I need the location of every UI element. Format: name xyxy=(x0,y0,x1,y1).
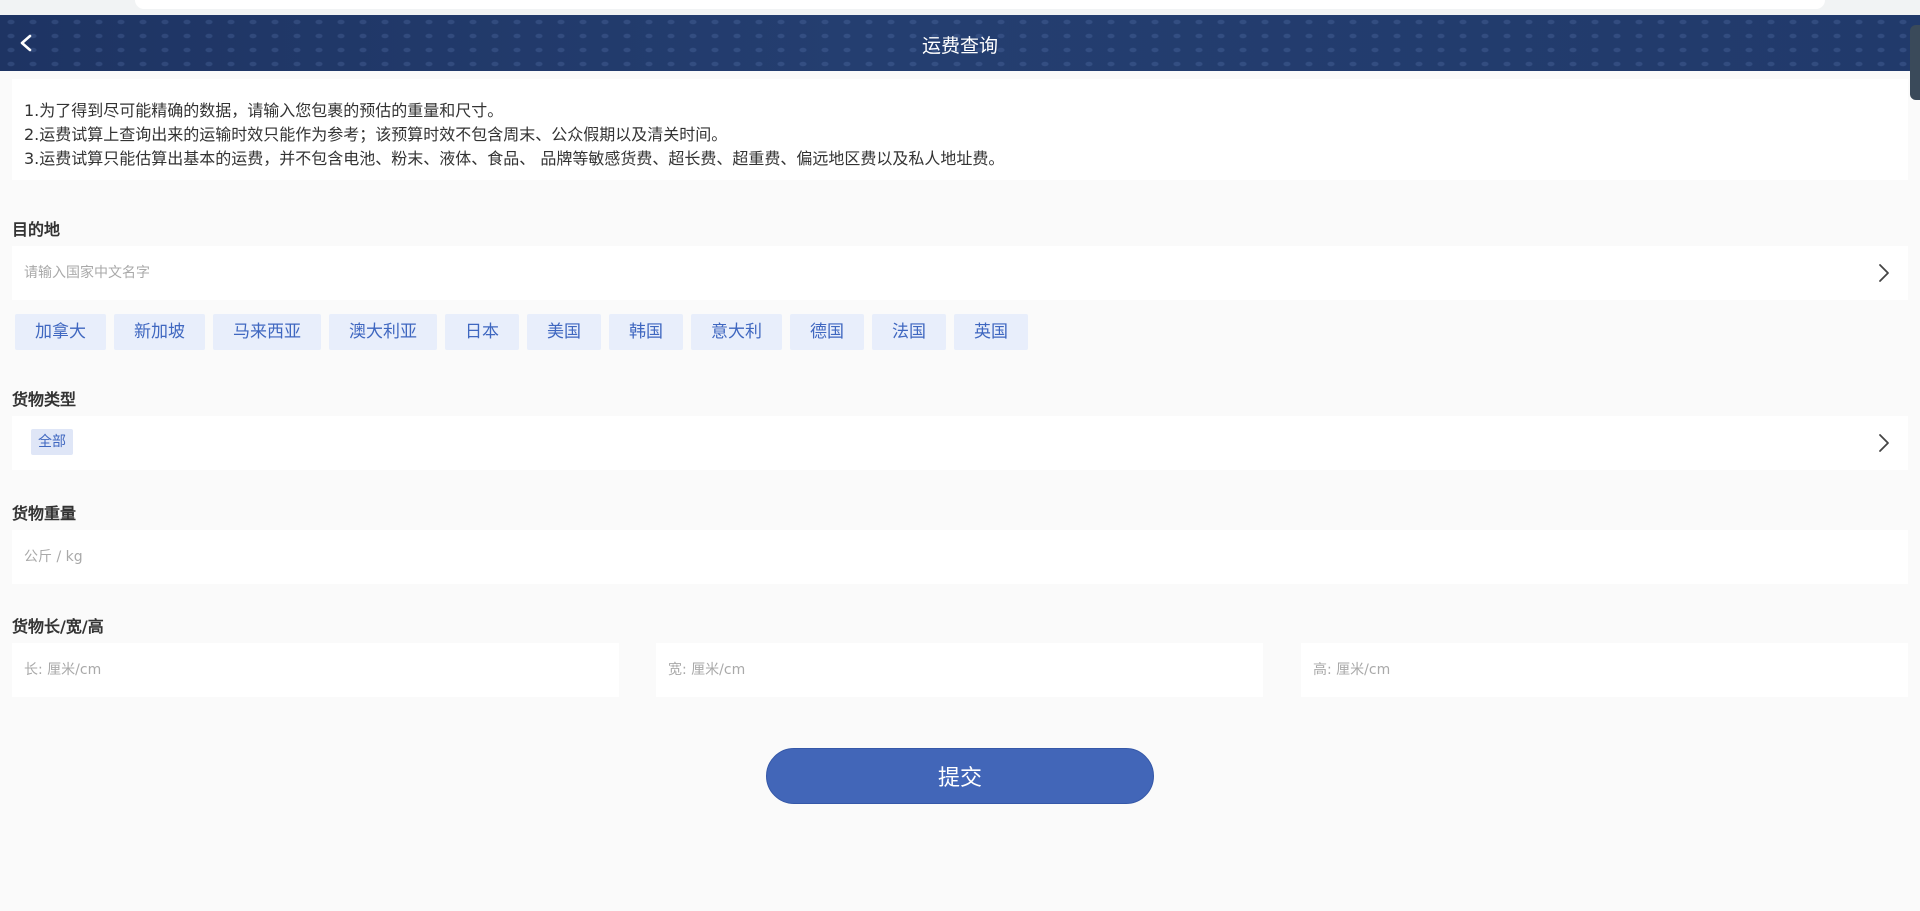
cargo-type-label: 货物类型 xyxy=(12,390,77,409)
destination-field[interactable] xyxy=(12,246,1908,300)
country-tag-france[interactable]: 法国 xyxy=(872,314,946,350)
browser-address-bar[interactable] xyxy=(135,0,1825,9)
country-tag-uk[interactable]: 英国 xyxy=(954,314,1028,350)
country-tag-germany[interactable]: 德国 xyxy=(790,314,864,350)
notice-box: 1.为了得到尽可能精确的数据，请输入您包裹的预估的重量和尺寸。 2.运费试算上查… xyxy=(12,79,1908,180)
country-tag-australia[interactable]: 澳大利亚 xyxy=(329,314,437,350)
quick-country-list: 加拿大 新加坡 马来西亚 澳大利亚 日本 美国 韩国 意大利 德国 法国 英国 xyxy=(15,314,1028,350)
dimensions-row xyxy=(12,643,1908,697)
browser-toolbar xyxy=(0,0,1920,15)
country-tag-usa[interactable]: 美国 xyxy=(527,314,601,350)
notice-line: 2.运费试算上查询出来的运输时效只能作为参考；该预算时效不包含周末、公众假期以及… xyxy=(24,125,728,144)
width-input[interactable] xyxy=(656,643,1263,697)
length-input[interactable] xyxy=(12,643,619,697)
destination-input[interactable] xyxy=(12,246,1908,300)
width-field[interactable] xyxy=(656,643,1263,697)
country-tag-malaysia[interactable]: 马来西亚 xyxy=(213,314,321,350)
country-tag-korea[interactable]: 韩国 xyxy=(609,314,683,350)
length-field[interactable] xyxy=(12,643,619,697)
weight-input[interactable] xyxy=(12,530,1908,584)
country-tag-canada[interactable]: 加拿大 xyxy=(15,314,106,350)
destination-label: 目的地 xyxy=(12,220,61,239)
page-header: 运费查询 xyxy=(0,15,1920,71)
chevron-right-icon[interactable] xyxy=(1872,260,1896,286)
side-scroll-handle[interactable] xyxy=(1910,25,1920,100)
submit-button[interactable]: 提交 xyxy=(766,748,1154,804)
weight-field[interactable] xyxy=(12,530,1908,584)
country-tag-italy[interactable]: 意大利 xyxy=(691,314,782,350)
dimensions-label: 货物长/宽/高 xyxy=(12,617,104,636)
cargo-type-chip[interactable]: 全部 xyxy=(31,429,73,455)
notice-line: 3.运费试算只能估算出基本的运费，并不包含电池、粉末、液体、食品、 品牌等敏感货… xyxy=(24,149,1005,168)
height-input[interactable] xyxy=(1301,643,1908,697)
country-tag-japan[interactable]: 日本 xyxy=(445,314,519,350)
country-tag-singapore[interactable]: 新加坡 xyxy=(114,314,205,350)
cargo-type-field[interactable]: 全部 xyxy=(12,416,1908,470)
weight-label: 货物重量 xyxy=(12,504,77,523)
page-title: 运费查询 xyxy=(921,35,998,57)
chevron-right-icon[interactable] xyxy=(1872,430,1896,456)
height-field[interactable] xyxy=(1301,643,1908,697)
notice-line: 1.为了得到尽可能精确的数据，请输入您包裹的预估的重量和尺寸。 xyxy=(24,101,504,120)
